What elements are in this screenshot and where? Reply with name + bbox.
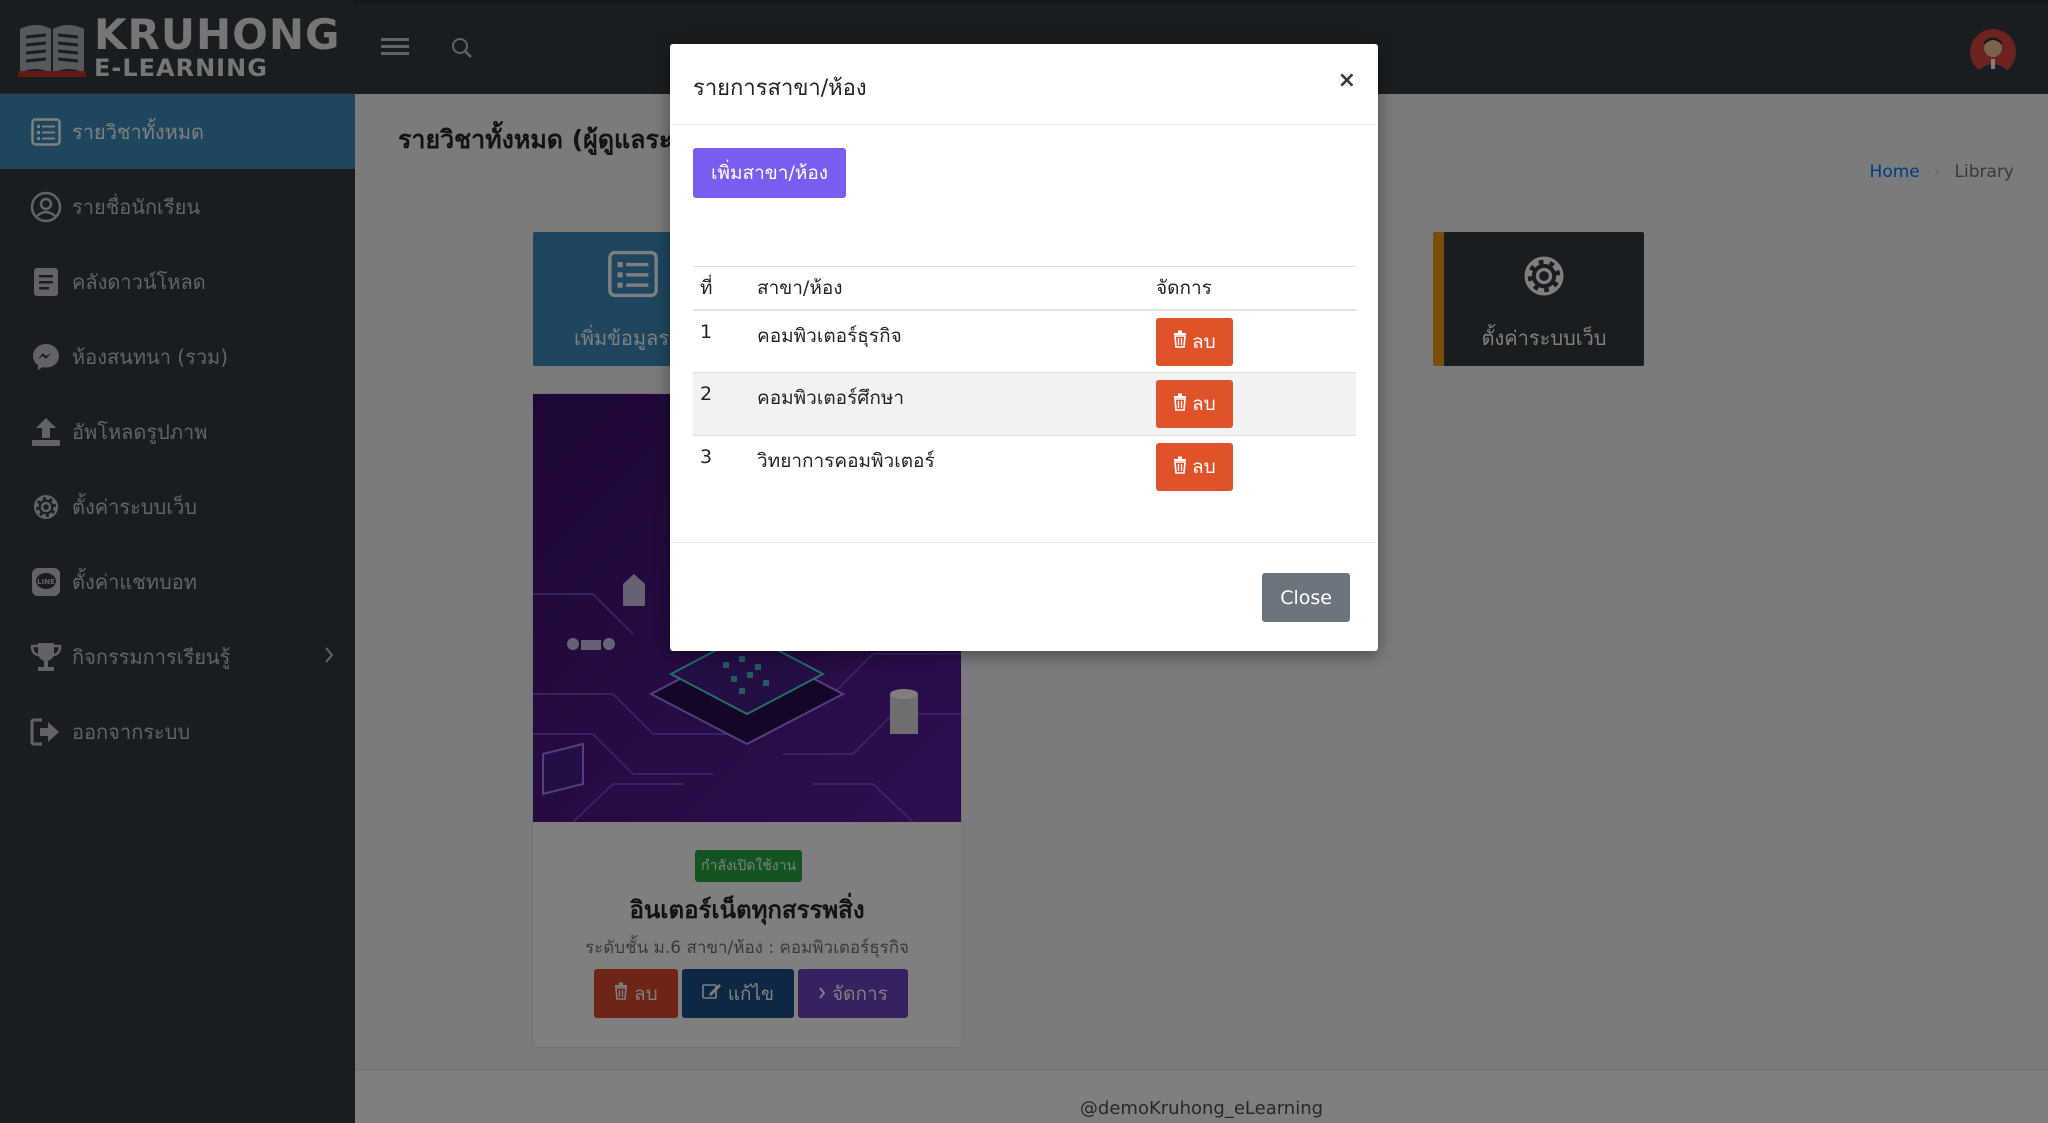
trash-icon [1173, 393, 1187, 416]
button-label: ลบ [1192, 330, 1216, 353]
column-header-branch: สาขา/ห้อง [750, 266, 1149, 311]
branch-list-modal: รายการสาขา/ห้อง × เพิ่มสาขา/ห้อง ที่ สาข… [670, 44, 1378, 651]
branch-table: ที่ สาขา/ห้อง จัดการ 1 คอมพิวเตอร์ธุรกิจ… [693, 266, 1356, 499]
button-label: ลบ [1192, 393, 1216, 415]
close-icon[interactable]: × [1338, 68, 1356, 93]
branch-name: วิทยาการคอมพิวเตอร์ [750, 435, 1149, 499]
column-header-no: ที่ [693, 266, 750, 311]
row-number: 2 [693, 372, 750, 436]
modal-footer-divider [670, 542, 1378, 543]
trash-icon [1173, 456, 1187, 479]
branch-name: คอมพิวเตอร์ธุรกิจ [750, 309, 1149, 373]
delete-branch-button[interactable]: ลบ [1156, 443, 1233, 491]
trash-icon [1173, 330, 1187, 353]
row-number: 1 [693, 309, 750, 373]
table-row: 3 วิทยาการคอมพิวเตอร์ ลบ [693, 435, 1356, 499]
delete-branch-button[interactable]: ลบ [1156, 317, 1233, 366]
branch-name: คอมพิวเตอร์ศึกษา [750, 372, 1149, 436]
button-label: ลบ [1192, 456, 1216, 478]
close-button[interactable]: Close [1262, 573, 1350, 622]
add-branch-button[interactable]: เพิ่มสาขา/ห้อง [693, 148, 847, 198]
table-row: 2 คอมพิวเตอร์ศึกษา ลบ [693, 372, 1356, 436]
delete-branch-button[interactable]: ลบ [1156, 380, 1233, 428]
table-header-row: ที่ สาขา/ห้อง จัดการ [693, 266, 1356, 311]
modal-title: รายการสาขา/ห้อง [693, 76, 867, 101]
modal-header: รายการสาขา/ห้อง × [670, 44, 1378, 125]
table-row: 1 คอมพิวเตอร์ธุรกิจ ลบ [693, 309, 1356, 373]
column-header-action: จัดการ [1149, 266, 1356, 311]
row-number: 3 [693, 435, 750, 499]
